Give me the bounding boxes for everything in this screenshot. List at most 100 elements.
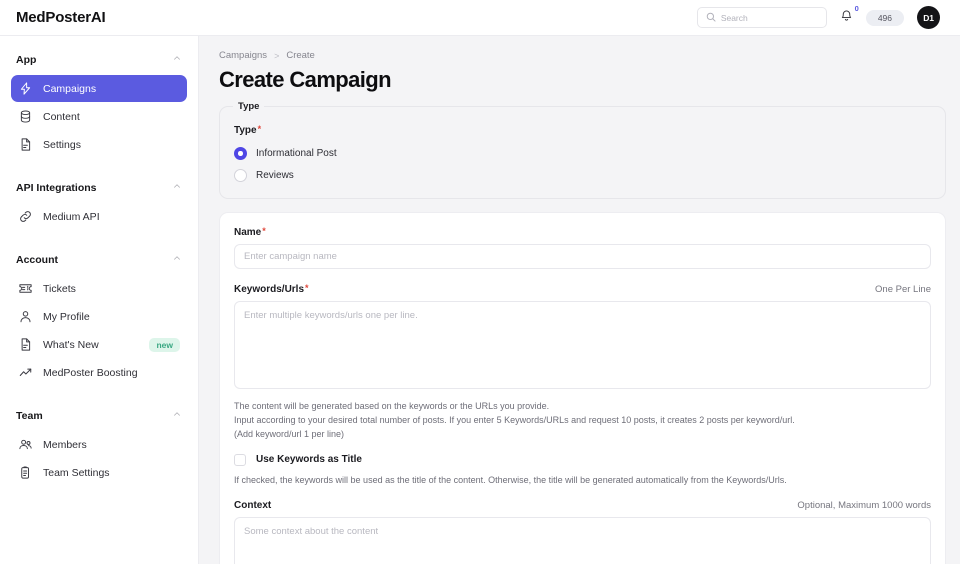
avatar[interactable]: D1 <box>917 6 940 29</box>
trending-up-icon <box>18 365 33 380</box>
clipboard-icon <box>18 465 33 480</box>
sidebar-section-header-account[interactable]: Account <box>11 244 187 275</box>
bell-icon <box>840 9 853 27</box>
lightning-bolt-icon <box>18 81 33 96</box>
sidebar-item-badge: new <box>149 337 180 352</box>
use-keywords-as-title-checkbox[interactable]: Use Keywords as Title <box>234 453 931 466</box>
chevron-up-icon[interactable] <box>172 181 182 194</box>
chevron-up-icon[interactable] <box>172 409 182 422</box>
name-field-label: Name * <box>234 226 266 239</box>
sidebar-item-members[interactable]: Members <box>11 431 187 458</box>
sidebar-item-my-profile[interactable]: My Profile <box>11 303 187 330</box>
chevron-up-icon[interactable] <box>172 53 182 66</box>
sidebar-item-label: Campaigns <box>43 82 97 95</box>
radio-label-reviews: Reviews <box>256 170 294 181</box>
sidebar-item-label: Settings <box>43 138 81 151</box>
type-card: Type Type * Informational Post Reviews <box>219 101 946 199</box>
required-asterisk: * <box>262 226 266 236</box>
sidebar-item-medposter-boosting[interactable]: MedPoster Boosting <box>11 359 187 386</box>
helper-line-2: Input according to your desired total nu… <box>234 414 795 425</box>
use-keywords-as-title-label: Use Keywords as Title <box>256 454 362 466</box>
sidebar-item-team-settings[interactable]: Team Settings <box>11 459 187 486</box>
required-asterisk: * <box>305 283 309 293</box>
sidebar-item-label: Content <box>43 110 80 123</box>
sidebar-item-content[interactable]: Content <box>11 103 187 130</box>
context-field-label: Context <box>234 499 272 511</box>
helper-line-3: (Add keyword/url 1 per line) <box>234 428 345 439</box>
keywords-hint: One Per Line <box>875 284 931 295</box>
context-textarea[interactable] <box>234 516 931 564</box>
radio-label-informational-post: Informational Post <box>256 148 337 159</box>
app-logo[interactable]: MedPosterAI <box>16 9 106 26</box>
sidebar-item-label: Team Settings <box>43 466 110 479</box>
breadcrumb-create: Create <box>286 50 315 61</box>
sidebar-item-tickets[interactable]: Tickets <box>11 275 187 302</box>
sidebar-item-label: What's New <box>43 338 99 351</box>
keywords-field-label: Keywords/Urls * <box>234 283 309 296</box>
keywords-label-row: Keywords/Urls * One Per Line <box>234 283 931 296</box>
context-label-row: Context Optional, Maximum 1000 words <box>234 500 931 511</box>
sidebar-section-gap <box>11 159 187 172</box>
sidebar-section-header-app[interactable]: App <box>11 44 187 75</box>
user-icon <box>18 309 33 324</box>
type-label-text: Type <box>234 125 257 136</box>
keywords-urls-textarea[interactable] <box>234 301 931 389</box>
sidebar-item-label: Medium API <box>43 210 100 223</box>
context-hint: Optional, Maximum 1000 words <box>797 499 931 511</box>
breadcrumb: Campaigns > Create <box>219 50 946 61</box>
radio-reviews[interactable]: Reviews <box>234 169 931 182</box>
name-label-row: Name * <box>234 226 931 239</box>
breadcrumb-campaigns[interactable]: Campaigns <box>219 50 267 61</box>
sidebar-item-campaigns[interactable]: Campaigns <box>11 75 187 102</box>
campaign-form-card: Name* Keywords/Urls* One Per Line The co… <box>219 212 946 564</box>
topbar-actions: Search 0 496 D1 <box>696 4 940 29</box>
ticket-icon <box>18 281 33 296</box>
sidebar-item-settings[interactable]: Settings <box>11 131 187 158</box>
sidebar-item-what-s-new[interactable]: What's New new <box>11 331 187 358</box>
sidebar-item-label: My Profile <box>43 310 90 323</box>
notification-count-badge: 0 <box>854 3 859 13</box>
main-content: Campaigns > Create Create Campaign Type … <box>199 36 960 564</box>
document-icon <box>18 137 33 152</box>
link-icon <box>18 209 33 224</box>
sidebar-item-label: Members <box>43 438 87 451</box>
document-icon <box>18 337 33 352</box>
name-label-text: Name <box>234 227 262 238</box>
sidebar: App Campaigns Content Settings API Integrati… <box>0 36 199 564</box>
type-field-label: Type * <box>234 124 262 137</box>
search-icon <box>706 9 716 27</box>
radio-indicator-selected[interactable] <box>234 147 247 160</box>
keywords-label-text: Keywords/Urls <box>234 284 305 295</box>
page-title: Create Campaign <box>219 67 392 92</box>
search-input[interactable]: Search <box>696 7 827 28</box>
use-keywords-note: If checked, the keywords will be used as… <box>234 474 787 485</box>
sidebar-item-label: MedPoster Boosting <box>43 366 138 379</box>
chevron-right-icon: > <box>274 50 280 61</box>
sidebar-section-header-api-integrations[interactable]: API Integrations <box>11 172 187 203</box>
app-shell: App Campaigns Content Settings API Integrati… <box>0 36 960 564</box>
search-placeholder: Search <box>720 12 748 23</box>
helper-line-1: The content will be generated based on t… <box>234 401 550 411</box>
sidebar-section-title: App <box>16 53 37 66</box>
checkbox-indicator[interactable] <box>234 453 246 466</box>
notifications-button[interactable]: 0 <box>840 4 859 27</box>
campaign-name-input[interactable] <box>234 244 931 269</box>
keywords-helper-text: The content will be generated based on t… <box>234 400 931 442</box>
top-bar: MedPosterAI Search 0 496 D1 <box>0 0 960 36</box>
sidebar-section-header-team[interactable]: Team <box>11 400 187 431</box>
sidebar-item-medium-api[interactable]: Medium API <box>11 203 187 230</box>
radio-informational-post[interactable]: Informational Post <box>234 147 931 160</box>
users-icon <box>18 437 33 452</box>
sidebar-section-title: API Integrations <box>16 181 97 194</box>
credits-badge[interactable]: 496 <box>865 9 904 26</box>
sidebar-section-gap <box>11 387 187 400</box>
sidebar-item-label: Tickets <box>43 282 76 295</box>
sidebar-section-title: Account <box>16 253 58 266</box>
sidebar-section-gap <box>11 231 187 244</box>
chevron-up-icon[interactable] <box>172 253 182 266</box>
radio-indicator-unselected[interactable] <box>234 169 247 182</box>
sidebar-section-title: Team <box>16 409 43 422</box>
type-card-legend: Type <box>233 101 265 112</box>
database-icon <box>18 109 33 124</box>
required-asterisk: * <box>257 124 262 134</box>
